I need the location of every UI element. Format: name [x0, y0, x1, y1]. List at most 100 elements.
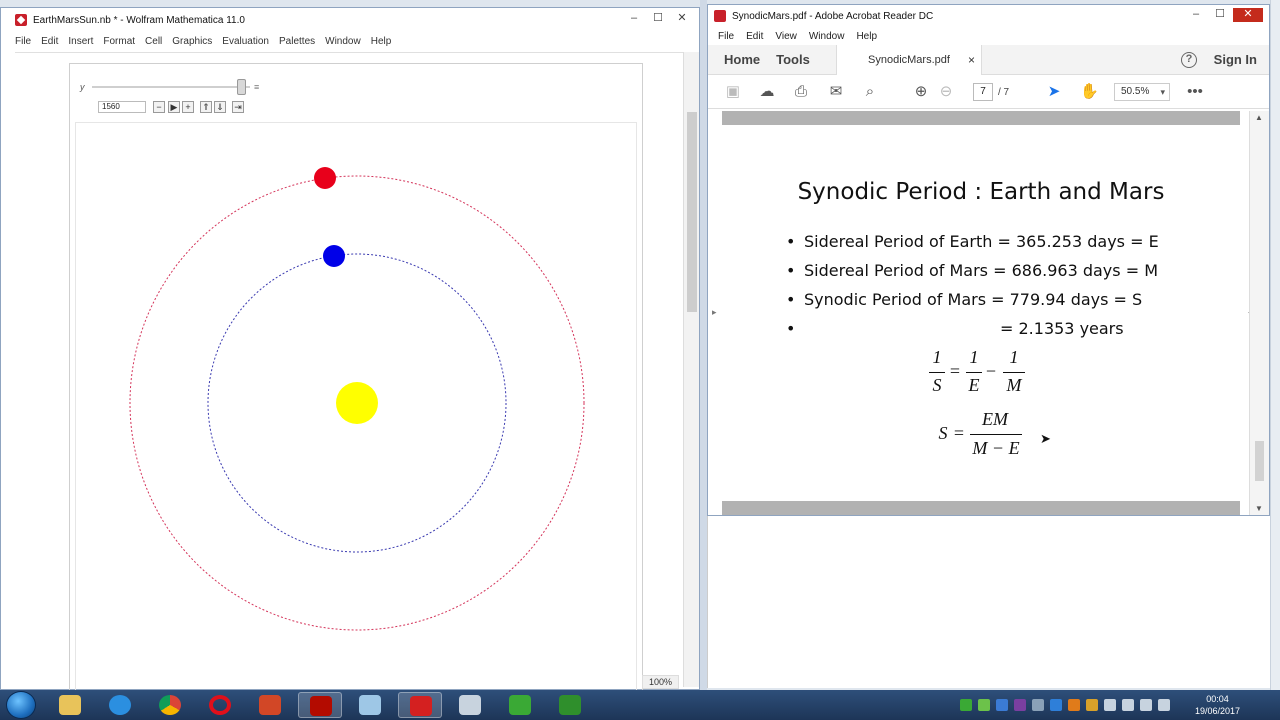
- acrobat-maximize-button[interactable]: ☐: [1209, 8, 1231, 22]
- menu-help[interactable]: Help: [371, 36, 392, 47]
- left-panel-toggle-icon[interactable]: ▸: [712, 307, 717, 318]
- more-tools-icon[interactable]: •••: [1186, 83, 1204, 101]
- next-page-icon[interactable]: ⊖: [937, 83, 955, 101]
- eq1-b-bar: [1003, 372, 1025, 373]
- menu-palettes[interactable]: Palettes: [279, 36, 315, 47]
- slower-button[interactable]: ⇓: [214, 101, 226, 113]
- bullet-mars-period: Sidereal Period of Mars = 686.963 days =…: [786, 256, 1159, 285]
- notebook-scrollbar-thumb[interactable]: [687, 112, 697, 312]
- tray-volume-icon[interactable]: [1158, 699, 1170, 711]
- tab-document[interactable]: SynodicMars.pdf ×: [836, 45, 982, 75]
- menu-edit[interactable]: Edit: [41, 36, 58, 47]
- upload-cloud-icon[interactable]: ☁: [758, 83, 776, 101]
- system-clock[interactable]: 00:04 19/06/2017: [1195, 693, 1240, 717]
- taskbar-opera[interactable]: [198, 692, 242, 718]
- tray-wifi-icon[interactable]: [1122, 699, 1134, 711]
- email-icon[interactable]: ✉: [827, 83, 845, 101]
- hand-tool-icon[interactable]: ✋: [1080, 83, 1099, 101]
- y-slider-track[interactable]: [92, 86, 250, 88]
- search-icon[interactable]: ⌕: [861, 83, 879, 101]
- mathematica-window-title: EarthMarsSun.nb * - Wolfram Mathematica …: [33, 14, 245, 26]
- pdf-scrollbar-thumb[interactable]: [1255, 441, 1264, 481]
- acrobat-close-button[interactable]: ✕: [1233, 8, 1263, 22]
- menu-format[interactable]: Format: [103, 36, 135, 47]
- folder-icon: [59, 695, 81, 715]
- taskbar-acrobat[interactable]: [298, 692, 342, 718]
- zoom-dropdown[interactable]: 50.5%: [1114, 83, 1170, 101]
- acrobat-titlebar[interactable]: SynodicMars.pdf - Adobe Acrobat Reader D…: [708, 5, 1269, 27]
- previous-page-icon[interactable]: ⊕: [912, 83, 930, 101]
- slider-expand-icon[interactable]: ≡: [254, 82, 259, 92]
- notebook-scrollbar[interactable]: [683, 52, 699, 687]
- menu-insert[interactable]: Insert: [68, 36, 93, 47]
- play-button[interactable]: ▶: [168, 101, 180, 113]
- acrobat-menu-view[interactable]: View: [775, 31, 797, 42]
- pdf-scrollbar[interactable]: ▲ ▼: [1249, 111, 1269, 515]
- pdf-page: Synodic Period : Earth and Mars Sidereal…: [722, 125, 1240, 501]
- slider-value-field[interactable]: 1560: [98, 101, 146, 113]
- tray-battery-icon[interactable]: [1140, 699, 1152, 711]
- tab-home[interactable]: Home: [708, 45, 768, 75]
- taskbar-internet-explorer[interactable]: [98, 692, 142, 718]
- tray-camtasia-icon[interactable]: [960, 699, 972, 711]
- slide-title: Synodic Period : Earth and Mars: [797, 179, 1165, 205]
- menu-file[interactable]: File: [15, 36, 31, 47]
- taskbar-explorer[interactable]: [48, 692, 92, 718]
- scroll-down-icon[interactable]: ▼: [1255, 504, 1263, 513]
- tray-onenote-icon[interactable]: [1014, 699, 1026, 711]
- taskbar-chrome[interactable]: [148, 692, 192, 718]
- save-icon[interactable]: ▣: [724, 83, 742, 101]
- menu-graphics[interactable]: Graphics: [172, 36, 212, 47]
- start-button[interactable]: [6, 691, 36, 719]
- select-cursor-icon[interactable]: ➤: [1045, 83, 1063, 101]
- taskbar-mathematica[interactable]: [398, 692, 442, 718]
- tab-document-label: SynodicMars.pdf: [868, 54, 950, 66]
- acrobat-menu-edit[interactable]: Edit: [746, 31, 763, 42]
- taskbar-camtasia-recorder[interactable]: [548, 692, 592, 718]
- menu-cell[interactable]: Cell: [145, 36, 162, 47]
- sign-in-button[interactable]: Sign In: [1214, 45, 1257, 75]
- help-icon[interactable]: ?: [1181, 52, 1197, 68]
- taskbar-powerpoint[interactable]: [248, 692, 292, 718]
- slide-bullets: Sidereal Period of Earth = 365.253 days …: [786, 227, 1159, 343]
- scroll-up-icon[interactable]: ▲: [1255, 113, 1263, 122]
- eq1-b-numerator: 1: [1009, 347, 1019, 367]
- tray-network-icon[interactable]: [978, 699, 990, 711]
- direction-button[interactable]: ⇥: [232, 101, 244, 113]
- acrobat-menu-window[interactable]: Window: [809, 31, 845, 42]
- tray-update-icon[interactable]: [1086, 699, 1098, 711]
- minimize-button[interactable]: –: [623, 12, 645, 26]
- tab-close-icon[interactable]: ×: [968, 45, 975, 75]
- notebook-zoom-level[interactable]: 100%: [641, 675, 679, 689]
- acrobat-window: SynodicMars.pdf - Adobe Acrobat Reader D…: [707, 4, 1270, 516]
- mathematica-titlebar[interactable]: EarthMarsSun.nb * - Wolfram Mathematica …: [1, 8, 699, 32]
- close-button[interactable]: ✕: [671, 12, 693, 26]
- acrobat-icon: [310, 696, 332, 716]
- step-back-button[interactable]: −: [153, 101, 165, 113]
- faster-button[interactable]: ⇑: [200, 101, 212, 113]
- tray-display-icon[interactable]: [1032, 699, 1044, 711]
- print-icon[interactable]: ⎙: [792, 83, 810, 101]
- acrobat-minimize-button[interactable]: –: [1185, 8, 1207, 22]
- step-forward-button[interactable]: +: [182, 101, 194, 113]
- maximize-button[interactable]: ☐: [647, 12, 669, 26]
- y-slider-thumb[interactable]: [236, 79, 246, 95]
- orbit-plot: [129, 167, 585, 631]
- menu-window[interactable]: Window: [325, 36, 361, 47]
- menu-evaluation[interactable]: Evaluation: [222, 36, 269, 47]
- tray-action-center-icon[interactable]: [1104, 699, 1116, 711]
- eq2-denominator: M − E: [972, 438, 1020, 458]
- taskbar-notepad[interactable]: [348, 692, 392, 718]
- acrobat-menu-file[interactable]: File: [718, 31, 734, 42]
- tab-tools[interactable]: Tools: [768, 45, 818, 75]
- taskbar-camtasia[interactable]: [498, 692, 542, 718]
- page-number-input[interactable]: 7: [973, 83, 993, 101]
- taskbar-calculator[interactable]: [448, 692, 492, 718]
- tray-app-icon[interactable]: [996, 699, 1008, 711]
- system-tray: 00:04 19/06/2017: [910, 690, 1280, 720]
- tray-security-icon[interactable]: [1068, 699, 1080, 711]
- taskbar: 00:04 19/06/2017: [0, 690, 1280, 720]
- tray-bluetooth-icon[interactable]: [1050, 699, 1062, 711]
- background-window: [707, 516, 1273, 688]
- acrobat-menu-help[interactable]: Help: [856, 31, 877, 42]
